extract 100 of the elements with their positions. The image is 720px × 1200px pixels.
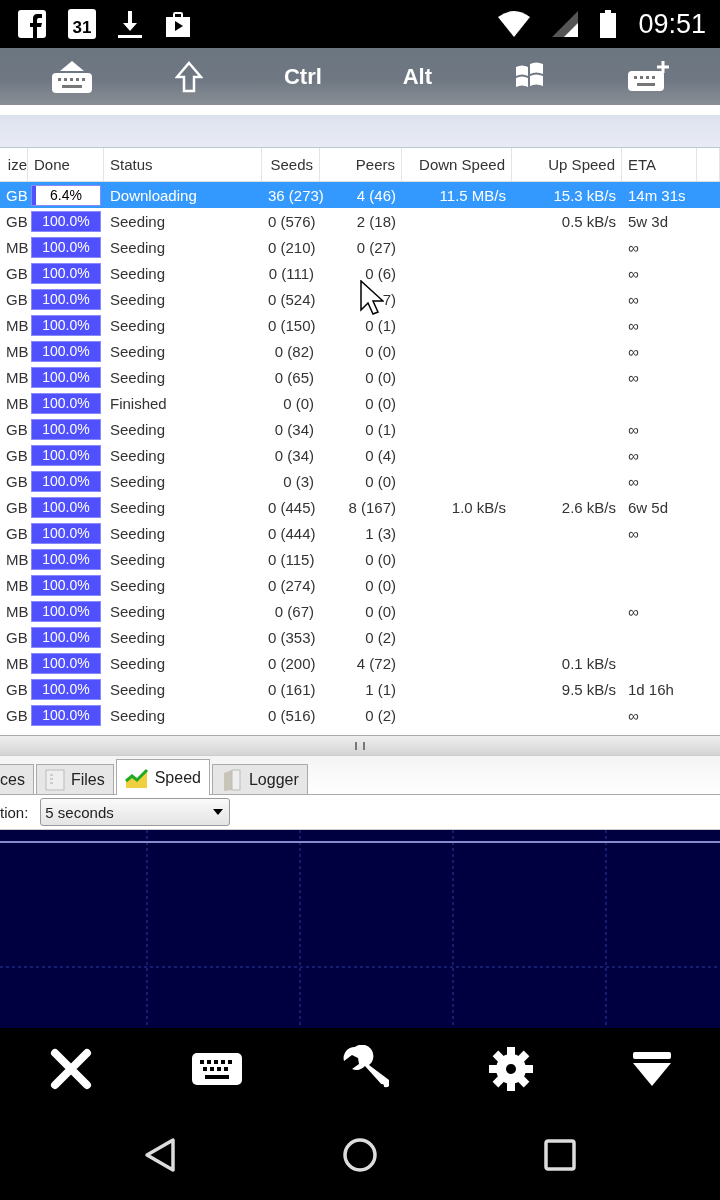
column-header[interactable]: ETA [622,148,697,181]
progress-bar: 100.0% [31,600,101,622]
table-cell-text: MB [5,368,28,386]
table-cell-text: 0 (524) [267,290,317,308]
table-cell-text: ∞ [627,472,640,490]
table-cell-text: 0 (161) [267,680,317,698]
tab[interactable]: Files [35,764,114,794]
table-cell-text: ∞ [627,238,640,256]
table-cell-text: 9.5 kB/s [560,680,617,698]
table-cell-text: 0 (34) [273,420,315,438]
column-header[interactable]: Up Speed [512,148,622,181]
progress-bar: 100.0% [31,444,101,466]
settings-icon[interactable] [487,1046,534,1092]
table-cell-text: MB [5,654,28,672]
mouse-pointer-icon [360,280,384,316]
table-cell-text: GB [5,446,28,464]
table-cell-text: 0 (0) [364,368,397,386]
table-cell-text: 0 (111) [267,264,315,282]
tab[interactable]: Logger [211,764,308,794]
table-cell-text: Seeding [109,498,167,516]
column-header[interactable]: ize [0,148,28,181]
table-cell-text: Seeding [109,472,167,490]
table-cell-text: GB [5,706,28,724]
table-cell-text: Seeding [109,238,167,256]
table-cell-text: GB [5,212,28,230]
table-cell-text: Seeding [109,576,167,594]
table-cell-text: GB [5,420,28,438]
caret-icon [213,809,224,815]
progress-bar: 100.0% [31,626,101,648]
progress-bar: 100.0% [31,392,101,414]
calendar-icon: 31 [68,9,96,39]
download-icon [118,9,142,39]
selected-row[interactable]: GB 6.4% Downloading 36 (273) 4 (46) 11.5 MB/s 15.3 kB/s 14m 31s [0,182,720,208]
tab[interactable]: Speed [115,759,210,795]
keyboard-hide-icon[interactable] [50,60,95,93]
progress-bar: 100.0% [31,678,101,700]
table-cell-text: Seeding [109,680,167,698]
table-cell-text: 2.6 kB/s [560,498,617,516]
table-cell-text: 0 (210) [267,238,317,256]
table-cell-text: ∞ [627,706,640,724]
table-cell-text: MB [5,342,28,360]
recents-icon[interactable] [544,1139,577,1171]
interval-dropdown[interactable]: 5 seconds [40,798,231,826]
progress-bar: 100.0% [31,314,101,336]
progress-bar: 100.0% [31,470,101,492]
table-cell-text: 0 (0) [364,576,397,594]
table-cell-text: Seeding [109,706,167,724]
column-header[interactable]: Done [28,148,104,181]
table-cell-text: 7) [381,290,397,308]
tab[interactable]: ces [0,764,34,794]
facebook-icon [18,10,46,38]
key-button[interactable]: Ctrl [284,63,322,90]
table-cell-text: 0 (1) [364,420,397,438]
table-cell-text: 0 (444) [267,524,317,542]
table-cell-text: Seeding [109,212,167,230]
column-header[interactable]: Peers [320,148,402,181]
table-cell-text: 1d 16h [627,680,675,698]
table-cell-text: ∞ [627,420,640,438]
table-cell-text: ∞ [627,446,640,464]
table-cell-text: 0 (27) [355,238,397,256]
table-cell-text: MB [5,550,28,568]
home-icon[interactable] [343,1138,377,1172]
table-cell-text: ∞ [627,290,640,308]
table-cell-text: 0 (67) [273,602,315,620]
close-icon[interactable] [49,1047,94,1091]
collapse-icon[interactable] [632,1052,671,1086]
column-header[interactable]: Down Speed [402,148,512,181]
table-cell-text: MB [5,316,28,334]
table-cell-text: 8 (167) [347,498,397,516]
table-cell-text: 0 (34) [273,446,315,464]
progress-bar: 100.0% [31,548,101,570]
table-cell-text: ∞ [627,342,640,360]
table-cell-text: 11.5 MB/s [438,186,507,204]
table-cell-text: Seeding [109,316,167,334]
progress-bar: 100.0% [31,496,101,518]
back-icon[interactable] [143,1137,176,1173]
table-cell-text: GB [5,186,28,204]
table-cell-text: MB [5,238,28,256]
keyboard-add-icon[interactable] [625,60,670,93]
table-cell-text: 0 (4) [364,446,397,464]
table-cell-text: 0 (65) [273,368,315,386]
shift-arrow-icon[interactable] [175,60,204,93]
table-cell-text: 0 (0) [282,394,315,412]
table-cell-text: 0 (82) [273,342,315,360]
progress-bar: 100.0% [31,366,101,388]
column-header[interactable]: Seeds [262,148,320,181]
table-cell-text: ∞ [627,264,640,282]
table-cell-text: Seeding [109,628,167,646]
progress-bar: 100.0% [31,652,101,674]
table-cell-text: Seeding [109,550,167,568]
table-cell-text: 0.5 kB/s [560,212,617,230]
table-cell-text: Seeding [109,446,167,464]
progress-bar: 100.0% [31,340,101,362]
column-header[interactable]: Status [104,148,262,181]
table-cell-text: 0 (274) [267,576,317,594]
table-cell-text: 0 (0) [364,550,397,568]
table-cell-text: 0 (0) [364,394,397,412]
keyboard-icon[interactable] [192,1053,243,1085]
key-button[interactable]: Alt [402,63,432,90]
table-cell-text: Seeding [109,420,167,438]
